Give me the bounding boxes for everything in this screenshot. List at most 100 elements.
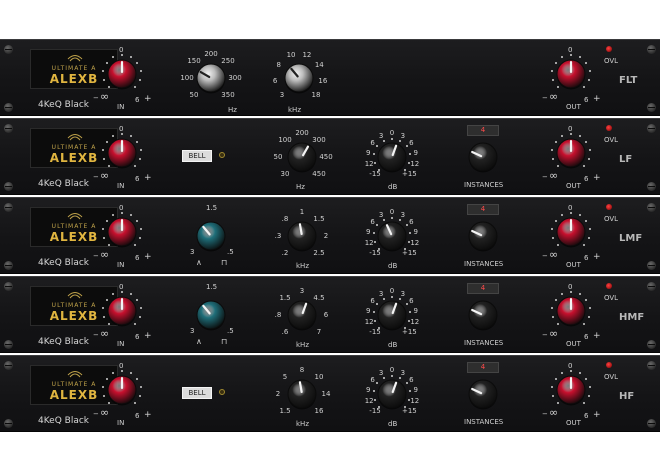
out-gain-dot [551, 315, 554, 318]
gain-dot [408, 319, 411, 322]
ornament-icon [67, 292, 83, 299]
in-gain-dot [139, 307, 142, 310]
lowpass-tick: 3 [279, 90, 285, 99]
gain-tick: +15 [401, 327, 417, 336]
gain-dot [373, 319, 376, 322]
out-gain-dot [551, 386, 554, 389]
in-gain-six: 6 [135, 333, 140, 341]
freq-tick: 300 [312, 136, 326, 145]
freq-tick: 50 [273, 153, 283, 161]
bell-button[interactable]: BELL [182, 150, 212, 162]
freq-tick: 14 [321, 390, 331, 398]
out-gain-six: 6 [584, 254, 589, 262]
gain-dot [408, 390, 411, 393]
freq-knob[interactable] [285, 140, 319, 174]
q-q-wide: 3 [190, 248, 195, 256]
freq-tick: 7 [316, 327, 322, 336]
screw-icon [647, 282, 656, 291]
in-gain-dot [105, 298, 108, 301]
ovl-led-icon [606, 204, 612, 210]
in-gain-label: IN [117, 419, 125, 427]
screw-icon [4, 261, 13, 270]
in-gain-dot [102, 157, 105, 160]
gain-dot [403, 405, 406, 408]
q-knob[interactable] [194, 219, 228, 253]
out-gain-inf: ∞ [549, 406, 559, 419]
q-knob[interactable] [194, 298, 228, 332]
gain-tick: 9 [413, 149, 418, 158]
instances-knob[interactable] [466, 219, 500, 253]
in-gain-six: 6 [135, 412, 140, 420]
freq-tick: 1 [299, 208, 305, 216]
freq-tick: 100 [278, 136, 292, 145]
gain-dot [408, 311, 411, 314]
out-gain-six: 6 [584, 175, 589, 183]
in-gain-dot [105, 140, 108, 143]
out-gain-zero: 0 [568, 362, 573, 370]
strip-lf: ULTIMATE A ALEXB 4KeQ Black 0− ∞ 6 + IN 0− ∞ 6 + O… [0, 118, 660, 195]
freq-knob[interactable] [285, 298, 319, 332]
model-name: 4KeQ Black [38, 179, 90, 189]
out-gain-label: OUT [566, 419, 581, 427]
ovl-led-icon [606, 362, 612, 368]
in-gain-zero: 0 [119, 46, 124, 54]
freq-tick: .8 [274, 311, 282, 319]
out-gain-minus: − [542, 94, 548, 102]
in-gain-dot [139, 157, 142, 160]
freq-unit: kHz [296, 341, 309, 349]
highpass-knob[interactable] [194, 61, 228, 95]
model-name: 4KeQ Black [38, 258, 90, 268]
gain-unit: dB [388, 183, 398, 191]
in-gain-inf: ∞ [100, 248, 110, 261]
bell-button[interactable]: BELL [182, 387, 212, 399]
out-gain-dot [588, 78, 591, 81]
in-gain-inf: ∞ [100, 169, 110, 182]
freq-tick: 2 [323, 232, 329, 240]
gain-dot [408, 161, 411, 164]
out-gain-dot [551, 307, 554, 310]
in-gain-plus: + [144, 410, 152, 420]
instances-display: 4 [467, 125, 499, 136]
band-label: FLT [619, 75, 638, 86]
instances-knob[interactable] [466, 377, 500, 411]
lowpass-tick: 16 [318, 76, 328, 85]
freq-tick: 2 [275, 390, 281, 398]
in-gain-dot [139, 78, 142, 81]
gain-tick: 9 [413, 307, 418, 316]
in-gain-minus: − [93, 173, 99, 181]
lowpass-tick: 12 [302, 51, 312, 60]
in-gain-label: IN [117, 261, 125, 269]
out-gain-dot [588, 315, 591, 318]
out-gain-six: 6 [584, 412, 589, 420]
screw-icon [647, 261, 656, 270]
gain-tick: 9 [413, 228, 418, 237]
in-gain-minus: − [93, 94, 99, 102]
gain-unit: dB [388, 341, 398, 349]
lowpass-knob[interactable] [282, 61, 316, 95]
q-wide-shape-icon: ∧ [196, 258, 202, 267]
ovl-led-icon [606, 283, 612, 289]
ornament-icon [67, 134, 83, 141]
freq-knob[interactable] [285, 219, 319, 253]
out-gain-dot [551, 157, 554, 160]
gain-dot [373, 161, 376, 164]
instances-knob[interactable] [466, 140, 500, 174]
screw-icon [4, 282, 13, 291]
instances-display: 4 [467, 362, 499, 373]
highpass-tick: 200 [204, 50, 218, 58]
freq-tick: 450 [319, 153, 333, 161]
in-gain-zero: 0 [119, 125, 124, 133]
out-gain-zero: 0 [568, 283, 573, 291]
out-gain-dot [554, 140, 557, 143]
out-gain-dot [588, 228, 591, 231]
instances-label: INSTANCES [464, 260, 504, 268]
screw-icon [4, 182, 13, 191]
out-gain-dot [551, 78, 554, 81]
out-gain-zero: 0 [568, 46, 573, 54]
freq-tick: .6 [281, 327, 289, 336]
out-gain-minus: − [542, 252, 548, 260]
instances-knob[interactable] [466, 298, 500, 332]
freq-knob[interactable] [285, 377, 319, 411]
lowpass-unit: kHz [288, 106, 301, 114]
out-gain-dot [588, 394, 591, 397]
